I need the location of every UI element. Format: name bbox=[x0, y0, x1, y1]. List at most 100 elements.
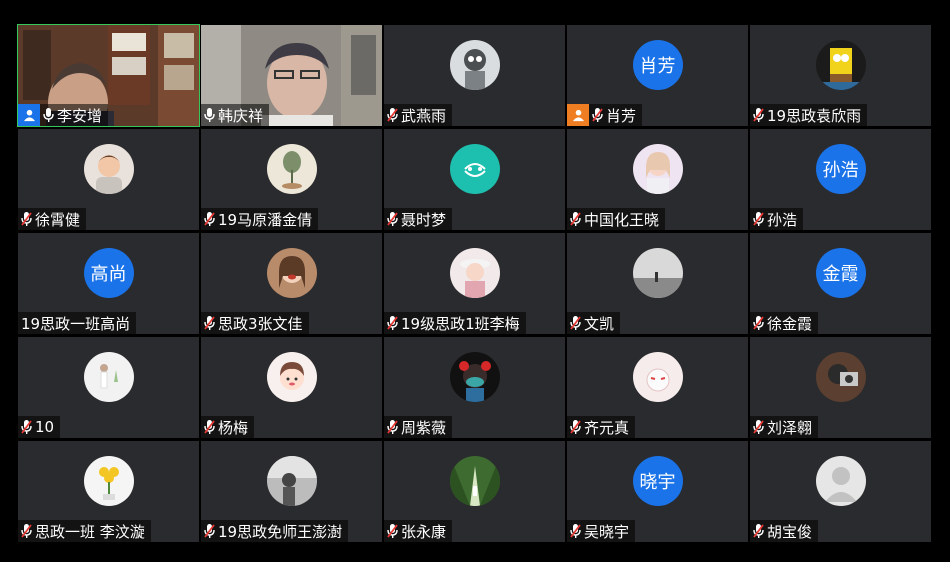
cartoon-figure-avatar bbox=[449, 40, 500, 90]
participant-name-label: 10 bbox=[18, 416, 61, 438]
fox-mask-avatar bbox=[632, 352, 683, 402]
host-user-icon bbox=[18, 104, 40, 126]
microphone-muted-icon bbox=[567, 520, 583, 542]
spongebob-avatar bbox=[815, 40, 866, 90]
microphone-muted-icon bbox=[750, 104, 766, 126]
participant-tile[interactable]: 19思政免师王澎澍 bbox=[201, 441, 382, 542]
microphone-muted-icon bbox=[201, 520, 217, 542]
participant-name-label: 19思政一班高尚 bbox=[18, 312, 137, 334]
teal-logo-avatar bbox=[449, 144, 500, 194]
participant-tile[interactable]: 孙浩 孙浩 bbox=[750, 129, 931, 230]
microphone-muted-icon bbox=[589, 104, 605, 126]
masked-cartoon-avatar bbox=[449, 352, 500, 402]
participant-name-label: 齐元真 bbox=[567, 416, 636, 438]
microphone-muted-icon bbox=[750, 416, 766, 438]
participant-name: 肖芳 bbox=[606, 106, 637, 125]
microphone-icon bbox=[40, 104, 56, 126]
participant-name-label: 韩庆祥 bbox=[201, 104, 270, 126]
participant-name-label: 19级思政1班李梅 bbox=[384, 312, 526, 334]
participant-tile[interactable]: 中国化王晓 bbox=[567, 129, 748, 230]
microphone-muted-icon bbox=[18, 208, 34, 230]
participant-tile[interactable]: 聂时梦 bbox=[384, 129, 565, 230]
participant-avatar-initials: 肖芳 bbox=[632, 40, 683, 90]
participant-name-label: 肖芳 bbox=[567, 104, 643, 126]
participant-name-label: 孙浩 bbox=[750, 208, 804, 230]
participant-name: 胡宝俊 bbox=[767, 522, 813, 541]
participant-name-label: 周紫薇 bbox=[384, 416, 453, 438]
microphone-muted-icon bbox=[567, 312, 583, 334]
participant-tile[interactable]: 思政3张文佳 bbox=[201, 233, 382, 334]
microphone-muted-icon bbox=[384, 312, 400, 334]
participant-name-label: 聂时梦 bbox=[384, 208, 453, 230]
camera-selfie-avatar bbox=[815, 352, 866, 402]
participant-tile[interactable]: 胡宝俊 bbox=[750, 441, 931, 542]
participant-name-label: 中国化王晓 bbox=[567, 208, 666, 230]
participant-name: 张永康 bbox=[401, 522, 447, 541]
participant-tile[interactable]: 19思政袁欣雨 bbox=[750, 25, 931, 126]
participant-avatar-initials: 晓宇 bbox=[632, 456, 683, 506]
participant-tile[interactable]: 刘泽翱 bbox=[750, 337, 931, 438]
host-user-icon bbox=[567, 104, 589, 126]
microphone-muted-icon bbox=[201, 208, 217, 230]
cartoon-girl-avatar bbox=[266, 352, 317, 402]
participant-grid: 李安增 韩庆祥 武燕雨 肖芳 肖芳 19思政袁欣雨 徐霄健 19马原潘金倩 聂时梦 中国化王晓 孙浩… bbox=[17, 24, 931, 542]
participant-name-label: 杨梅 bbox=[201, 416, 255, 438]
microphone-icon bbox=[201, 104, 217, 126]
participant-name-label: 胡宝俊 bbox=[750, 520, 819, 542]
participant-tile[interactable]: 金霞 徐金霞 bbox=[750, 233, 931, 334]
participant-name: 文凯 bbox=[584, 314, 615, 333]
microphone-muted-icon bbox=[567, 416, 583, 438]
participant-avatar-initials: 孙浩 bbox=[815, 144, 866, 194]
participant-name: 中国化王晓 bbox=[584, 210, 660, 229]
participant-name: 聂时梦 bbox=[401, 210, 447, 229]
participant-tile[interactable]: 思政一班 李汶漩 bbox=[18, 441, 199, 542]
laughing-girl-avatar bbox=[266, 248, 317, 298]
participant-avatar-initials: 高尚 bbox=[83, 248, 134, 298]
plant-art-avatar bbox=[266, 144, 317, 194]
microphone-muted-icon bbox=[750, 520, 766, 542]
participant-name-label: 思政3张文佳 bbox=[201, 312, 309, 334]
microphone-muted-icon bbox=[18, 520, 34, 542]
white-figure-avatar bbox=[83, 352, 134, 402]
participant-name: 杨梅 bbox=[218, 418, 249, 437]
participant-name: 武燕雨 bbox=[401, 106, 447, 125]
participant-name: 19马原潘金倩 bbox=[218, 210, 313, 229]
participant-tile[interactable]: 杨梅 bbox=[201, 337, 382, 438]
participant-tile[interactable]: 齐元真 bbox=[567, 337, 748, 438]
default-user-avatar bbox=[815, 456, 866, 506]
participant-tile[interactable]: 晓宇 吴晓宇 bbox=[567, 441, 748, 542]
participant-name: 孙浩 bbox=[767, 210, 798, 229]
yellow-flowers-avatar bbox=[83, 456, 134, 506]
participant-tile[interactable]: 19马原潘金倩 bbox=[201, 129, 382, 230]
participant-name: 思政3张文佳 bbox=[218, 314, 303, 333]
microphone-muted-icon bbox=[18, 416, 34, 438]
participant-name-label: 刘泽翱 bbox=[750, 416, 819, 438]
participant-tile[interactable]: 周紫薇 bbox=[384, 337, 565, 438]
microphone-muted-icon bbox=[384, 520, 400, 542]
microphone-muted-icon bbox=[201, 312, 217, 334]
participant-tile[interactable]: 高尚 19思政一班高尚 bbox=[18, 233, 199, 334]
baby-photo-avatar bbox=[83, 144, 134, 194]
participant-avatar-initials: 金霞 bbox=[815, 248, 866, 298]
participant-name: 19思政免师王澎澍 bbox=[218, 522, 343, 541]
participant-tile[interactable]: 文凯 bbox=[567, 233, 748, 334]
participant-name: 19级思政1班李梅 bbox=[401, 314, 520, 333]
grey-landscape-avatar bbox=[632, 248, 683, 298]
participant-tile[interactable]: 徐霄健 bbox=[18, 129, 199, 230]
participant-tile[interactable]: 10 bbox=[18, 337, 199, 438]
participant-tile[interactable]: 韩庆祥 bbox=[201, 25, 382, 126]
participant-tile[interactable]: 张永康 bbox=[384, 441, 565, 542]
microphone-muted-icon bbox=[750, 208, 766, 230]
participant-name: 10 bbox=[35, 418, 55, 436]
participant-tile[interactable]: 李安增 bbox=[17, 24, 200, 127]
participant-name-label: 文凯 bbox=[567, 312, 621, 334]
participant-name: 李安增 bbox=[57, 106, 103, 125]
participant-tile[interactable]: 19级思政1班李梅 bbox=[384, 233, 565, 334]
microphone-muted-icon bbox=[201, 416, 217, 438]
participant-tile[interactable]: 肖芳 肖芳 bbox=[567, 25, 748, 126]
participant-name-label: 张永康 bbox=[384, 520, 453, 542]
participant-tile[interactable]: 武燕雨 bbox=[384, 25, 565, 126]
participant-name: 徐霄健 bbox=[35, 210, 81, 229]
participant-name: 刘泽翱 bbox=[767, 418, 813, 437]
participant-name: 徐金霞 bbox=[767, 314, 813, 333]
